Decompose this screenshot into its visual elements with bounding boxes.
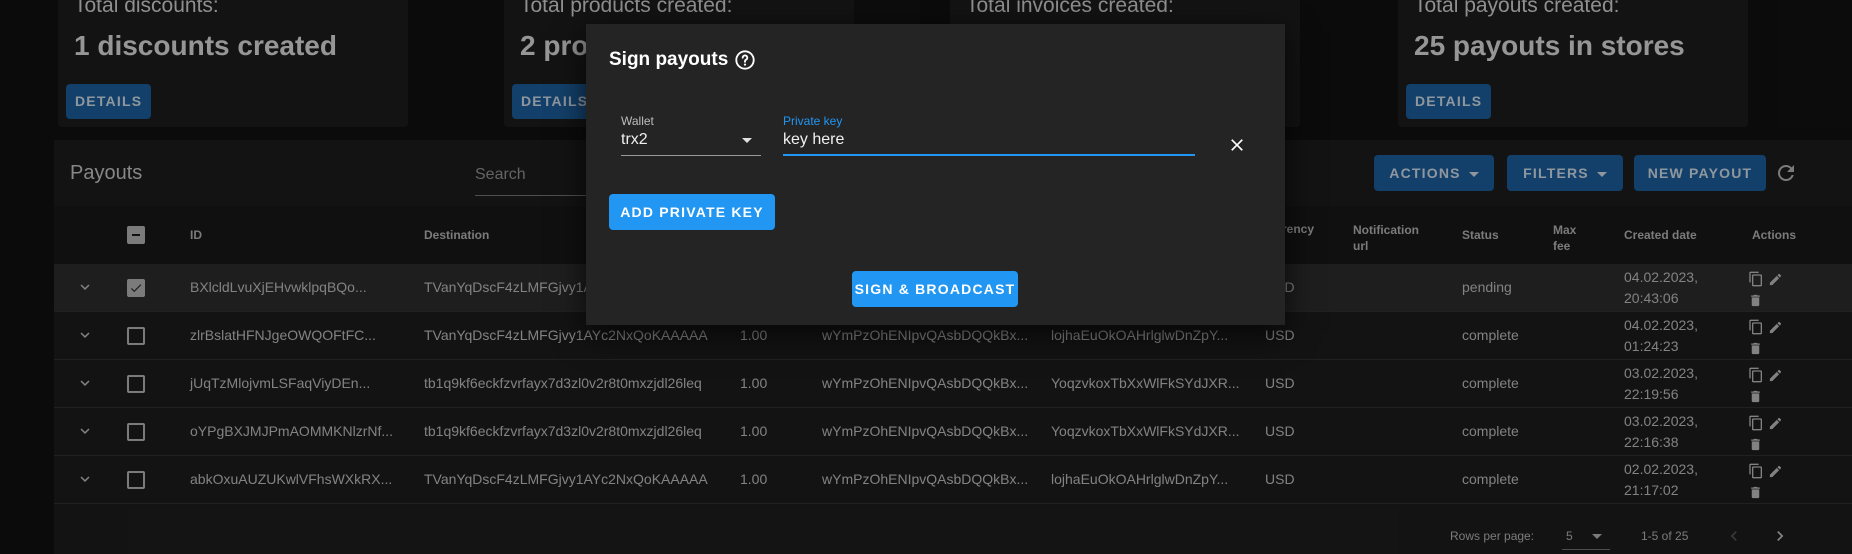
close-icon[interactable] [1227,135,1247,155]
sign-broadcast-button[interactable]: SIGN & BROADCAST [852,271,1018,307]
wallet-label: Wallet [621,114,654,128]
help-icon[interactable] [734,49,756,71]
private-key-field[interactable]: Private key key here [783,114,1195,156]
wallet-value: trx2 [621,131,648,148]
dialog-title: Sign payouts [609,49,729,70]
private-key-value: key here [783,131,845,148]
wallet-select[interactable]: Wallet trx2 [621,114,761,156]
add-private-key-button[interactable]: ADD PRIVATE KEY [609,194,775,230]
caret-down-icon [742,138,752,143]
private-key-label: Private key [783,114,843,128]
sign-payouts-dialog: Sign payouts Wallet trx2 Private key key… [586,24,1285,325]
